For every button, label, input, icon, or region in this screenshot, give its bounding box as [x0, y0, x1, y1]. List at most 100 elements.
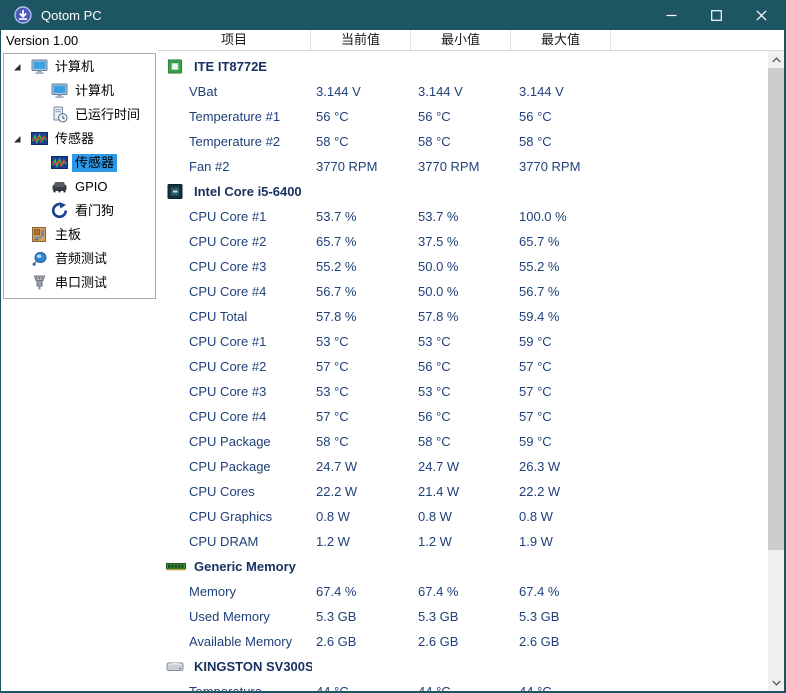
sidebar-item-computer-root[interactable]: 计算机: [4, 55, 155, 79]
sensor-name: CPU Core #4: [189, 284, 267, 299]
sensor-min-value: 53.7 %: [418, 209, 459, 224]
sensor-max-value: 56 °C: [519, 109, 552, 124]
sensor-row[interactable]: CPU Core #2 57 °C 56 °C 57 °C: [158, 354, 768, 379]
sidebar-item-serial-test[interactable]: 串口测试: [4, 271, 155, 295]
sensor-row[interactable]: CPU Core #3 55.2 % 50.0 % 55.2 %: [158, 254, 768, 279]
sensor-row[interactable]: Temperature #1 56 °C 56 °C 56 °C: [158, 104, 768, 129]
sensor-min-value: 67.4 %: [418, 584, 459, 599]
sensor-max-value: 57 °C: [519, 409, 552, 424]
sensor-max-value: 59.4 %: [519, 309, 560, 324]
sensor-group-name: Intel Core i5-6400: [194, 184, 302, 199]
sidebar-item-watchdog[interactable]: 看门狗: [4, 199, 155, 223]
sensor-min-value: 56 °C: [418, 109, 451, 124]
sensor-group-name: Generic Memory: [194, 559, 296, 574]
sensor-max-value: 1.9 W: [519, 534, 553, 549]
expand-arrow-icon[interactable]: [12, 134, 22, 144]
sensor-min-value: 0.8 W: [418, 509, 452, 524]
sensor-name: Fan #2: [189, 159, 230, 174]
sensor-min-value: 56 °C: [418, 359, 451, 374]
sidebar-item-computer[interactable]: 计算机: [4, 79, 155, 103]
sensor-max-value: 3.144 V: [519, 84, 564, 99]
window-title: Qotom PC: [41, 7, 102, 23]
sensor-icon: [31, 130, 48, 147]
sensor-row[interactable]: Memory 67.4 % 67.4 % 67.4 %: [158, 579, 768, 604]
sensor-row[interactable]: CPU Package 58 °C 58 °C 59 °C: [158, 429, 768, 454]
sensor-max-value: 5.3 GB: [519, 609, 560, 624]
sensor-name: CPU Package: [189, 459, 271, 474]
sidebar-item-sensors[interactable]: 传感器: [4, 151, 155, 175]
titlebar: Qotom PC: [1, 0, 784, 30]
maximize-button[interactable]: [694, 0, 739, 30]
scroll-down-button[interactable]: [768, 674, 784, 691]
column-header-current[interactable]: 当前值: [311, 30, 411, 50]
app-window: Qotom PC Version 1.00 计算机 计算机 已运行时间 传感器 传感器 G…: [0, 0, 786, 693]
sensor-name: CPU Core #2: [189, 234, 267, 249]
sidebar-item-audio-test[interactable]: 音频测试: [4, 247, 155, 271]
close-button[interactable]: [739, 0, 784, 30]
sensor-row[interactable]: CPU Total 57.8 % 57.8 % 59.4 %: [158, 304, 768, 329]
app-icon: [14, 6, 32, 24]
sidebar-item-label: 传感器: [72, 154, 118, 172]
sensor-current-value: 53 °C: [316, 334, 349, 349]
sensor-max-value: 58 °C: [519, 134, 552, 149]
column-header-min[interactable]: 最小值: [411, 30, 511, 50]
sensor-min-value: 50.0 %: [418, 284, 459, 299]
sensor-max-value: 22.2 W: [519, 484, 561, 499]
sensor-max-value: 0.8 W: [519, 509, 553, 524]
sensor-max-value: 59 °C: [519, 434, 552, 449]
sensor-row[interactable]: VBat 3.144 V 3.144 V 3.144 V: [158, 79, 768, 104]
sensor-row[interactable]: Temperature #2 58 °C 58 °C 58 °C: [158, 129, 768, 154]
sensor-name: CPU Graphics: [189, 509, 273, 524]
audio-icon: [31, 250, 48, 267]
sidebar-item-sensors-root[interactable]: 传感器: [4, 127, 155, 151]
serial-icon: [31, 274, 48, 291]
sensor-current-value: 53.7 %: [316, 209, 357, 224]
sidebar-item-gpio[interactable]: GPIO: [4, 175, 155, 199]
sensor-name: Available Memory: [189, 634, 293, 649]
sensor-group-row[interactable]: Intel Core i5-6400: [158, 179, 768, 204]
sensor-row[interactable]: CPU Core #2 65.7 % 37.5 % 65.7 %: [158, 229, 768, 254]
sensor-min-value: 21.4 W: [418, 484, 460, 499]
expand-arrow-icon[interactable]: [12, 62, 22, 72]
sensor-group-name: ITE IT8772E: [194, 59, 267, 74]
sensor-row[interactable]: CPU Core #1 53 °C 53 °C 59 °C: [158, 329, 768, 354]
sensor-name: CPU Total: [189, 309, 248, 324]
sensor-panel: 项目 当前值 最小值 最大值 ITE IT8772E VBat 3.144 V 3.1…: [158, 30, 784, 691]
sidebar-item-motherboard[interactable]: 主板: [4, 223, 155, 247]
sensor-current-value: 55.2 %: [316, 259, 357, 274]
column-header-max[interactable]: 最大值: [511, 30, 611, 50]
sensor-current-value: 58 °C: [316, 134, 349, 149]
sensor-min-value: 58 °C: [418, 134, 451, 149]
sensor-current-value: 3770 RPM: [316, 159, 378, 174]
sensor-row[interactable]: CPU Graphics 0.8 W 0.8 W 0.8 W: [158, 504, 768, 529]
watchdog-icon: [51, 202, 68, 219]
sensor-current-value: 44 °C: [316, 683, 349, 691]
sensor-current-value: 65.7 %: [316, 234, 357, 249]
sensor-max-value: 56.7 %: [519, 284, 560, 299]
sensor-row[interactable]: CPU Cores 22.2 W 21.4 W 22.2 W: [158, 479, 768, 504]
sidebar-item-uptime[interactable]: 已运行时间: [4, 103, 155, 127]
sensor-row[interactable]: CPU DRAM 1.2 W 1.2 W 1.9 W: [158, 529, 768, 554]
sidebar-item-label: 主板: [55, 227, 82, 242]
scroll-up-button[interactable]: [768, 51, 784, 68]
sensor-row[interactable]: CPU Core #3 53 °C 53 °C 57 °C: [158, 379, 768, 404]
scrollbar-thumb[interactable]: [768, 68, 784, 550]
sensor-row[interactable]: CPU Package 24.7 W 24.7 W 26.3 W: [158, 454, 768, 479]
sidebar-item-label: 串口测试: [55, 275, 108, 290]
sensor-max-value: 44 °C: [519, 683, 552, 691]
column-header-item[interactable]: 项目: [158, 30, 311, 50]
sensor-row[interactable]: Temperature44 °C44 °C44 °C: [158, 679, 768, 691]
hdd-icon: [166, 658, 186, 675]
sensor-row[interactable]: Available Memory 2.6 GB 2.6 GB 2.6 GB: [158, 629, 768, 654]
sensor-max-value: 2.6 GB: [519, 634, 560, 649]
sensor-group-row[interactable]: Generic Memory: [158, 554, 768, 579]
sensor-row[interactable]: CPU Core #1 53.7 % 53.7 % 100.0 %: [158, 204, 768, 229]
sensor-group-row[interactable]: KINGSTON SV300S3: [158, 654, 768, 679]
sensor-row[interactable]: Fan #2 3770 RPM 3770 RPM 3770 RPM: [158, 154, 768, 179]
sensor-row[interactable]: Used Memory 5.3 GB 5.3 GB 5.3 GB: [158, 604, 768, 629]
sensor-group-row[interactable]: ITE IT8772E: [158, 54, 768, 79]
sensor-row[interactable]: CPU Core #4 56.7 % 50.0 % 56.7 %: [158, 279, 768, 304]
minimize-button[interactable]: [649, 0, 694, 30]
sensor-row[interactable]: CPU Core #4 57 °C 56 °C 57 °C: [158, 404, 768, 429]
vertical-scrollbar[interactable]: [768, 51, 784, 691]
